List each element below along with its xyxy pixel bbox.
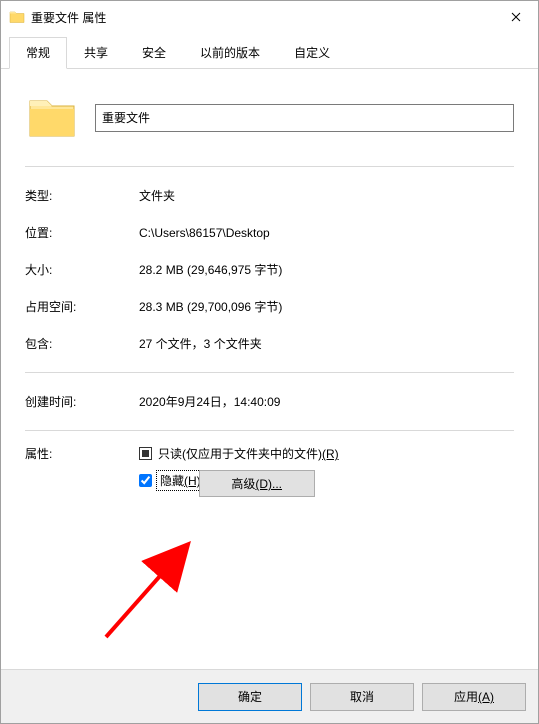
hidden-checkbox-row[interactable]: 隐藏(H) 高级(D)... (139, 472, 339, 489)
annotation-arrow (91, 532, 211, 642)
created-row: 创建时间: 2020年9月24日，14:40:09 (25, 393, 514, 410)
diskspace-label: 占用空间: (25, 298, 139, 315)
cancel-button[interactable]: 取消 (310, 683, 414, 711)
hidden-checkbox[interactable] (139, 474, 152, 487)
readonly-indeterminate-checkbox[interactable] (139, 447, 152, 460)
type-row: 类型: 文件夹 (25, 187, 514, 204)
attributes-label: 属性: (25, 445, 139, 462)
tab-previous-versions[interactable]: 以前的版本 (183, 37, 277, 68)
tab-customize[interactable]: 自定义 (277, 37, 347, 68)
type-label: 类型: (25, 187, 139, 204)
dialog-buttons: 确定 取消 应用(A) (1, 669, 538, 723)
created-label: 创建时间: (25, 393, 139, 410)
contains-row: 包含: 27 个文件，3 个文件夹 (25, 335, 514, 352)
size-value: 28.2 MB (29,646,975 字节) (139, 261, 282, 278)
tab-sharing[interactable]: 共享 (67, 37, 125, 68)
titlebar: 重要文件 属性 (1, 1, 538, 33)
tab-content: 类型: 文件夹 位置: C:\Users\86157\Desktop 大小: 2… (1, 69, 538, 669)
attributes-row: 属性: 只读(仅应用于文件夹中的文件)(R) 隐藏(H) 高级(D)... (25, 445, 514, 489)
readonly-label: 只读(仅应用于文件夹中的文件)(R) (158, 445, 339, 462)
size-row: 大小: 28.2 MB (29,646,975 字节) (25, 261, 514, 278)
folder-name-input[interactable] (95, 104, 514, 132)
folder-name-row (25, 89, 514, 146)
location-value: C:\Users\86157\Desktop (139, 226, 270, 240)
hidden-label: 隐藏(H) (158, 472, 203, 489)
ok-button[interactable]: 确定 (198, 683, 302, 711)
apply-button[interactable]: 应用(A) (422, 683, 526, 711)
window-title: 重要文件 属性 (31, 9, 106, 26)
type-value: 文件夹 (139, 187, 175, 204)
properties-dialog: 重要文件 属性 常规 共享 安全 以前的版本 自定义 类型: 文件夹 (0, 0, 539, 724)
folder-large-icon (25, 89, 79, 146)
close-button[interactable] (493, 1, 538, 33)
diskspace-value: 28.3 MB (29,700,096 字节) (139, 298, 282, 315)
tab-general[interactable]: 常规 (9, 37, 67, 69)
divider (25, 166, 514, 167)
created-value: 2020年9月24日，14:40:09 (139, 393, 280, 410)
tabs: 常规 共享 安全 以前的版本 自定义 (1, 33, 538, 69)
divider (25, 372, 514, 373)
attribute-checkboxes: 只读(仅应用于文件夹中的文件)(R) 隐藏(H) 高级(D)... (139, 445, 339, 489)
contains-value: 27 个文件，3 个文件夹 (139, 335, 262, 352)
location-row: 位置: C:\Users\86157\Desktop (25, 224, 514, 241)
diskspace-row: 占用空间: 28.3 MB (29,700,096 字节) (25, 298, 514, 315)
contains-label: 包含: (25, 335, 139, 352)
divider (25, 430, 514, 431)
location-label: 位置: (25, 224, 139, 241)
advanced-button[interactable]: 高级(D)... (199, 470, 315, 497)
folder-icon (9, 9, 25, 25)
size-label: 大小: (25, 261, 139, 278)
readonly-checkbox-row[interactable]: 只读(仅应用于文件夹中的文件)(R) (139, 445, 339, 462)
tab-security[interactable]: 安全 (125, 37, 183, 68)
